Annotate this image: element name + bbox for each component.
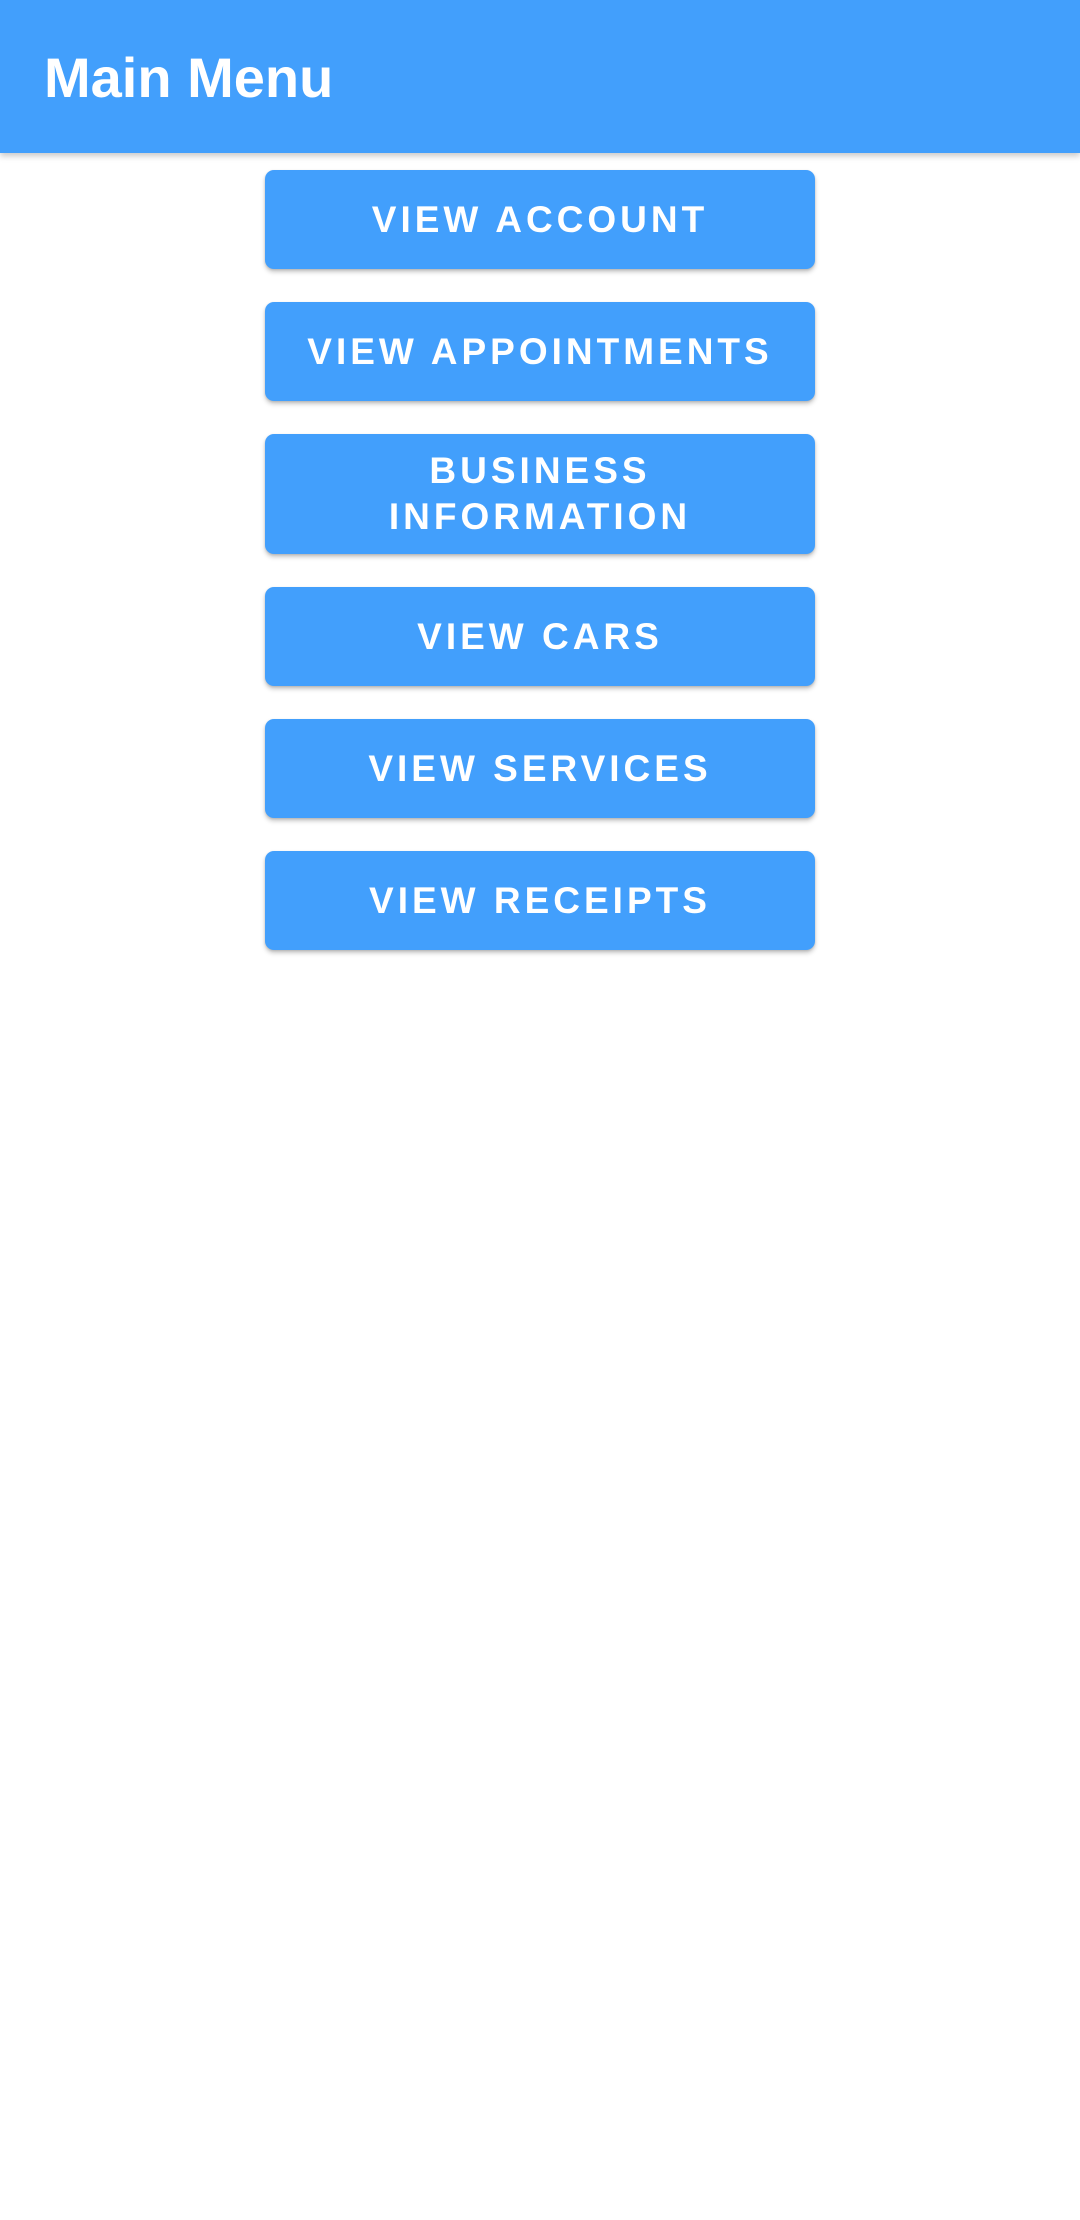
app-bar: Main Menu: [0, 0, 1080, 153]
view-appointments-button-label: VIEW APPOINTMENTS: [307, 330, 773, 372]
page-title: Main Menu: [44, 46, 334, 109]
view-cars-button[interactable]: VIEW CARS: [265, 587, 815, 686]
view-receipts-button[interactable]: VIEW RECEIPTS: [265, 851, 815, 950]
business-information-button[interactable]: BUSINESS INFORMATION: [265, 434, 815, 554]
view-account-button[interactable]: VIEW ACCOUNT: [265, 170, 815, 269]
view-receipts-button-label: VIEW RECEIPTS: [369, 879, 711, 921]
view-services-button-label: VIEW SERVICES: [368, 747, 712, 789]
business-information-button-label: BUSINESS INFORMATION: [388, 450, 692, 537]
main-menu: VIEW ACCOUNT VIEW APPOINTMENTS BUSINESS …: [0, 0, 1080, 2220]
view-cars-button-label: VIEW CARS: [417, 615, 663, 657]
view-services-button[interactable]: VIEW SERVICES: [265, 719, 815, 818]
view-appointments-button[interactable]: VIEW APPOINTMENTS: [265, 302, 815, 401]
view-account-button-label: VIEW ACCOUNT: [371, 198, 709, 240]
